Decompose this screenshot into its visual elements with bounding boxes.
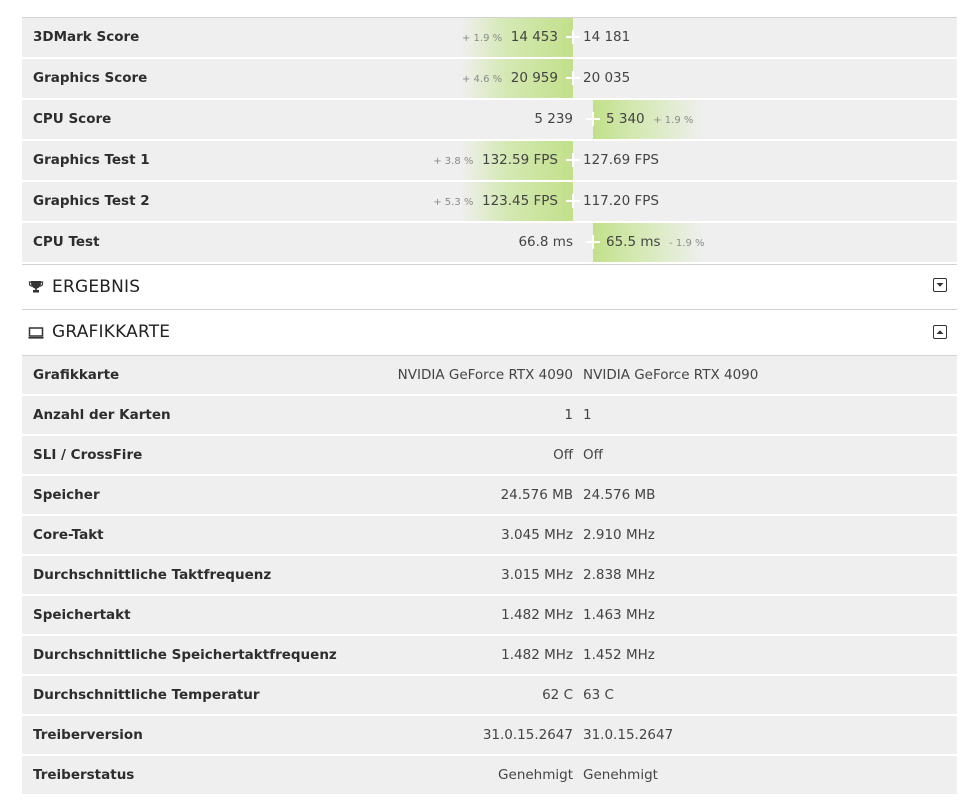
delta-percent: + 1.9 % bbox=[653, 115, 694, 126]
delta-percent: + 4.6 % bbox=[462, 74, 503, 85]
gpu-right-value: 24.576 MB bbox=[583, 487, 656, 503]
plus-icon bbox=[566, 194, 580, 208]
table-row: Core-Takt 3.045 MHz 2.910 MHz bbox=[22, 516, 957, 556]
score-row: CPU Score 5 239 5 340 + 1.9 % bbox=[22, 100, 957, 141]
detail-section-title: DETAILLIERTE SCORES bbox=[52, 0, 247, 17]
score-label: Graphics Test 1 bbox=[33, 152, 150, 168]
gpu-left-value: NVIDIA GeForce RTX 4090 bbox=[397, 367, 573, 383]
table-row: Durchschnittliche Speichertaktfrequenz 1… bbox=[22, 636, 957, 676]
gpu-right-value: 63 C bbox=[583, 687, 614, 703]
gpu-row-label: Durchschnittliche Speichertaktfrequenz bbox=[33, 647, 337, 663]
score-right-value: 127.69 FPS bbox=[583, 152, 660, 168]
plus-icon bbox=[586, 112, 600, 126]
delta-percent: + 3.8 % bbox=[433, 156, 474, 167]
score-row: Graphics Test 2 + 5.3 % 123.45 FPS 117.2… bbox=[22, 182, 957, 223]
expand-toggle-icon[interactable] bbox=[933, 278, 947, 292]
score-label: 3DMark Score bbox=[33, 29, 140, 45]
gpu-row-label: Core-Takt bbox=[33, 527, 104, 543]
result-section-header[interactable]: ERGEBNIS bbox=[22, 264, 957, 310]
score-row: Graphics Score + 4.6 % 20 959 20 035 bbox=[22, 59, 957, 100]
table-row: Treiberversion 31.0.15.2647 31.0.15.2647 bbox=[22, 716, 957, 756]
delta-percent: + 5.3 % bbox=[433, 197, 474, 208]
score-row: Graphics Test 1 + 3.8 % 132.59 FPS 127.6… bbox=[22, 141, 957, 182]
gpu-right-value: 1 bbox=[583, 407, 592, 423]
trophy-icon bbox=[28, 281, 44, 293]
score-right-value: 20 035 bbox=[583, 70, 631, 86]
score-left-value: 66.8 ms bbox=[518, 234, 573, 250]
gpu-left-value: 1.482 MHz bbox=[501, 607, 573, 623]
score-row: 3DMark Score + 1.9 % 14 453 14 181 bbox=[22, 18, 957, 59]
gpu-row-label: Anzahl der Karten bbox=[33, 407, 171, 423]
gpu-right-value: 1.463 MHz bbox=[583, 607, 655, 623]
gpu-right-value: 2.838 MHz bbox=[583, 567, 655, 583]
gpu-row-label: Treiberstatus bbox=[33, 767, 135, 783]
plus-icon bbox=[566, 71, 580, 85]
gpu-right-value: Genehmigt bbox=[583, 767, 658, 783]
gpu-right-value: 31.0.15.2647 bbox=[583, 727, 674, 743]
score-label: CPU Test bbox=[33, 234, 100, 250]
gpu-left-value: 24.576 MB bbox=[500, 487, 573, 503]
table-row: Grafikkarte NVIDIA GeForce RTX 4090 NVID… bbox=[22, 356, 957, 396]
gpu-left-value: 31.0.15.2647 bbox=[482, 727, 573, 743]
gpu-row-label: Speicher bbox=[33, 487, 100, 503]
gpu-left-value: 62 C bbox=[542, 687, 573, 703]
gpu-row-label: Durchschnittliche Temperatur bbox=[33, 687, 260, 703]
gpu-row-label: SLI / CrossFire bbox=[33, 447, 143, 463]
plus-icon bbox=[566, 153, 580, 167]
score-left-value: 5 239 bbox=[534, 111, 573, 127]
detail-scores-table: 3DMark Score + 1.9 % 14 453 14 181 Graph… bbox=[22, 18, 957, 264]
score-left-value: + 4.6 % 20 959 bbox=[462, 70, 558, 86]
gpu-row-label: Grafikkarte bbox=[33, 367, 120, 383]
table-row: Durchschnittliche Temperatur 62 C 63 C bbox=[22, 676, 957, 716]
table-row: Durchschnittliche Taktfrequenz 3.015 MHz… bbox=[22, 556, 957, 596]
monitor-icon bbox=[28, 327, 44, 339]
table-row: Treiberstatus Genehmigt Genehmigt bbox=[22, 756, 957, 796]
gpu-left-value: 1 bbox=[564, 407, 573, 423]
gpu-left-value: 3.015 MHz bbox=[501, 567, 573, 583]
gpu-left-value: 3.045 MHz bbox=[501, 527, 573, 543]
score-left-value: + 5.3 % 123.45 FPS bbox=[433, 193, 558, 209]
gpu-section-title: GRAFIKKARTE bbox=[52, 322, 171, 342]
collapse-toggle-icon[interactable] bbox=[933, 325, 947, 339]
gpu-right-value: 2.910 MHz bbox=[583, 527, 655, 543]
table-row: Anzahl der Karten 1 1 bbox=[22, 396, 957, 436]
gpu-section-header[interactable]: GRAFIKKARTE bbox=[22, 310, 957, 356]
gpu-details-table: Grafikkarte NVIDIA GeForce RTX 4090 NVID… bbox=[22, 356, 957, 796]
delta-percent: + 1.9 % bbox=[462, 33, 503, 44]
table-row: SLI / CrossFire Off Off bbox=[22, 436, 957, 476]
table-row: Speichertakt 1.482 MHz 1.463 MHz bbox=[22, 596, 957, 636]
gpu-left-value: 1.482 MHz bbox=[501, 647, 573, 663]
gpu-right-value: Off bbox=[583, 447, 603, 463]
gpu-row-label: Treiberversion bbox=[33, 727, 143, 743]
plus-icon bbox=[566, 30, 580, 44]
score-label: Graphics Score bbox=[33, 70, 148, 86]
score-right-value: 5 340 + 1.9 % bbox=[606, 111, 694, 127]
score-row: CPU Test 66.8 ms 65.5 ms - 1.9 % bbox=[22, 223, 957, 264]
table-row: Speicher 24.576 MB 24.576 MB bbox=[22, 476, 957, 516]
delta-percent: - 1.9 % bbox=[669, 238, 705, 249]
gpu-right-value: 1.452 MHz bbox=[583, 647, 655, 663]
plus-icon bbox=[586, 235, 600, 249]
result-section-title: ERGEBNIS bbox=[52, 277, 141, 297]
score-left-value: + 1.9 % 14 453 bbox=[462, 29, 558, 45]
gpu-left-value: Genehmigt bbox=[498, 767, 573, 783]
gpu-row-label: Speichertakt bbox=[33, 607, 131, 623]
score-right-value: 65.5 ms - 1.9 % bbox=[606, 234, 705, 250]
score-right-value: 117.20 FPS bbox=[583, 193, 660, 209]
gpu-row-label: Durchschnittliche Taktfrequenz bbox=[33, 567, 272, 583]
score-right-value: 14 181 bbox=[583, 29, 631, 45]
score-label: Graphics Test 2 bbox=[33, 193, 150, 209]
gpu-left-value: Off bbox=[553, 447, 573, 463]
list-icon bbox=[28, 0, 44, 5]
gpu-right-value: NVIDIA GeForce RTX 4090 bbox=[583, 367, 759, 383]
score-label: CPU Score bbox=[33, 111, 112, 127]
score-left-value: + 3.8 % 132.59 FPS bbox=[433, 152, 558, 168]
detail-section-header[interactable]: DETAILLIERTE SCORES bbox=[22, 0, 957, 18]
